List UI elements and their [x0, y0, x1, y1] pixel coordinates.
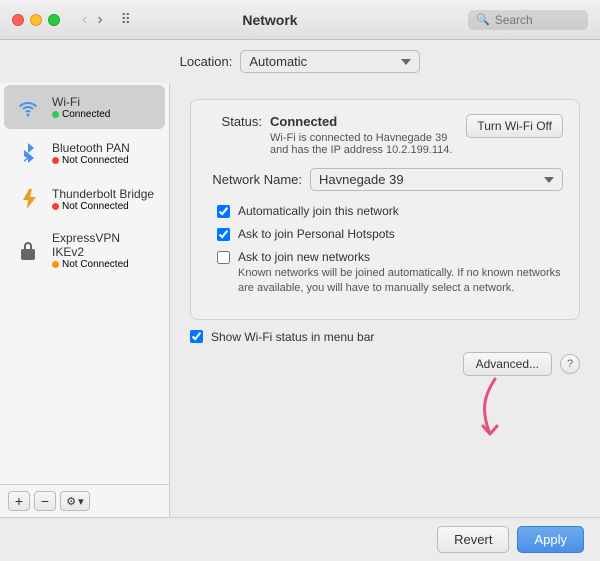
wifi-settings-panel: Status: Connected Wi-Fi is connected to … — [190, 99, 580, 320]
new-networks-checkbox[interactable] — [217, 251, 230, 264]
network-name-row: Network Name: Havnegade 39 — [207, 168, 563, 191]
location-bar: Location: Automatic — [0, 40, 600, 83]
show-wifi-row: Show Wi-Fi status in menu bar — [190, 330, 580, 344]
network-name-label: Network Name: — [207, 172, 302, 187]
window-title: Network — [80, 12, 460, 28]
personal-hotspots-label[interactable]: Ask to join Personal Hotspots — [238, 227, 395, 241]
gear-chevron-icon: ▾ — [78, 495, 84, 508]
main-content: Wi-Fi Connected Bluetooth PAN — [0, 83, 600, 517]
close-button[interactable] — [12, 14, 24, 26]
right-panel: Status: Connected Wi-Fi is connected to … — [170, 83, 600, 517]
status-info: Connected Wi-Fi is connected to Havnegad… — [270, 114, 458, 156]
title-bar: ‹ › ⠿ Network 🔍 — [0, 0, 600, 40]
maximize-button[interactable] — [48, 14, 60, 26]
bluetooth-icon — [14, 139, 42, 167]
bottom-section: Show Wi-Fi status in menu bar Advanced..… — [190, 330, 580, 376]
gear-icon: ⚙ — [66, 495, 76, 508]
thunderbolt-icon — [14, 185, 42, 213]
sidebar-item-expressvpn-status: Not Connected — [52, 259, 155, 270]
remove-network-button[interactable]: − — [34, 491, 56, 511]
sidebar-item-wifi-status: Connected — [52, 109, 110, 120]
sidebar-item-expressvpn-name: ExpressVPN IKEv2 — [52, 231, 155, 259]
search-input[interactable] — [495, 13, 575, 27]
sidebar-item-wifi-text: Wi-Fi Connected — [52, 95, 110, 120]
auto-join-label[interactable]: Automatically join this network — [238, 204, 399, 218]
network-name-select[interactable]: Havnegade 39 — [310, 168, 563, 191]
new-networks-note: Known networks will be joined automatica… — [238, 266, 563, 297]
window-bottom: Revert Apply — [0, 517, 600, 561]
location-label: Location: — [180, 54, 233, 69]
wifi-status-dot — [52, 111, 59, 118]
sidebar-item-bluetooth-pan[interactable]: Bluetooth PAN Not Connected — [4, 131, 165, 175]
sidebar-item-thunderbolt-status: Not Connected — [52, 201, 154, 212]
search-box[interactable]: 🔍 — [468, 10, 588, 30]
thunderbolt-status-dot — [52, 203, 59, 210]
settings-button[interactable]: ⚙ ▾ — [60, 491, 90, 511]
add-network-button[interactable]: + — [8, 491, 30, 511]
sidebar-item-bluetooth-status: Not Connected — [52, 155, 130, 166]
sidebar-item-thunderbolt-name: Thunderbolt Bridge — [52, 187, 154, 201]
revert-button[interactable]: Revert — [437, 526, 509, 553]
status-description: Wi-Fi is connected to Havnegade 39 and h… — [270, 132, 458, 156]
sidebar-item-expressvpn[interactable]: ExpressVPN IKEv2 Not Connected — [4, 223, 165, 278]
sidebar-item-wifi-name: Wi-Fi — [52, 95, 110, 109]
arrow-annotation — [465, 374, 525, 457]
personal-hotspots-row: Ask to join Personal Hotspots — [207, 226, 563, 241]
sidebar: Wi-Fi Connected Bluetooth PAN — [0, 83, 170, 517]
auto-join-checkbox[interactable] — [217, 205, 230, 218]
location-select[interactable]: Automatic — [240, 50, 420, 73]
sidebar-footer: + − ⚙ ▾ — [0, 484, 169, 517]
show-wifi-label[interactable]: Show Wi-Fi status in menu bar — [211, 330, 374, 344]
sidebar-item-bluetooth-text: Bluetooth PAN Not Connected — [52, 141, 130, 166]
turn-wifi-button[interactable]: Turn Wi-Fi Off — [466, 114, 563, 138]
status-label: Status: — [207, 114, 262, 129]
expressvpn-status-dot — [52, 261, 59, 268]
help-button[interactable]: ? — [560, 354, 580, 374]
status-value: Connected — [270, 114, 337, 129]
search-icon: 🔍 — [476, 13, 490, 26]
bluetooth-status-dot — [52, 157, 59, 164]
traffic-lights — [12, 14, 60, 26]
auto-join-row: Automatically join this network — [207, 203, 563, 218]
minimize-button[interactable] — [30, 14, 42, 26]
personal-hotspots-checkbox[interactable] — [217, 228, 230, 241]
sidebar-item-bluetooth-name: Bluetooth PAN — [52, 141, 130, 155]
sidebar-item-thunderbolt-text: Thunderbolt Bridge Not Connected — [52, 187, 154, 212]
sidebar-list: Wi-Fi Connected Bluetooth PAN — [0, 83, 169, 484]
new-networks-row: Ask to join new networks Known networks … — [207, 249, 563, 297]
sidebar-item-expressvpn-text: ExpressVPN IKEv2 Not Connected — [52, 231, 155, 270]
apply-button[interactable]: Apply — [517, 526, 584, 553]
show-wifi-checkbox[interactable] — [190, 330, 203, 343]
sidebar-item-wifi[interactable]: Wi-Fi Connected — [4, 85, 165, 129]
wifi-icon — [14, 93, 42, 121]
advanced-button[interactable]: Advanced... — [463, 352, 552, 376]
status-row: Status: Connected Wi-Fi is connected to … — [207, 114, 563, 156]
advanced-row: Advanced... ? — [190, 352, 580, 376]
new-networks-label[interactable]: Ask to join new networks — [238, 250, 370, 264]
sidebar-item-thunderbolt[interactable]: Thunderbolt Bridge Not Connected — [4, 177, 165, 221]
lock-icon — [14, 237, 42, 265]
